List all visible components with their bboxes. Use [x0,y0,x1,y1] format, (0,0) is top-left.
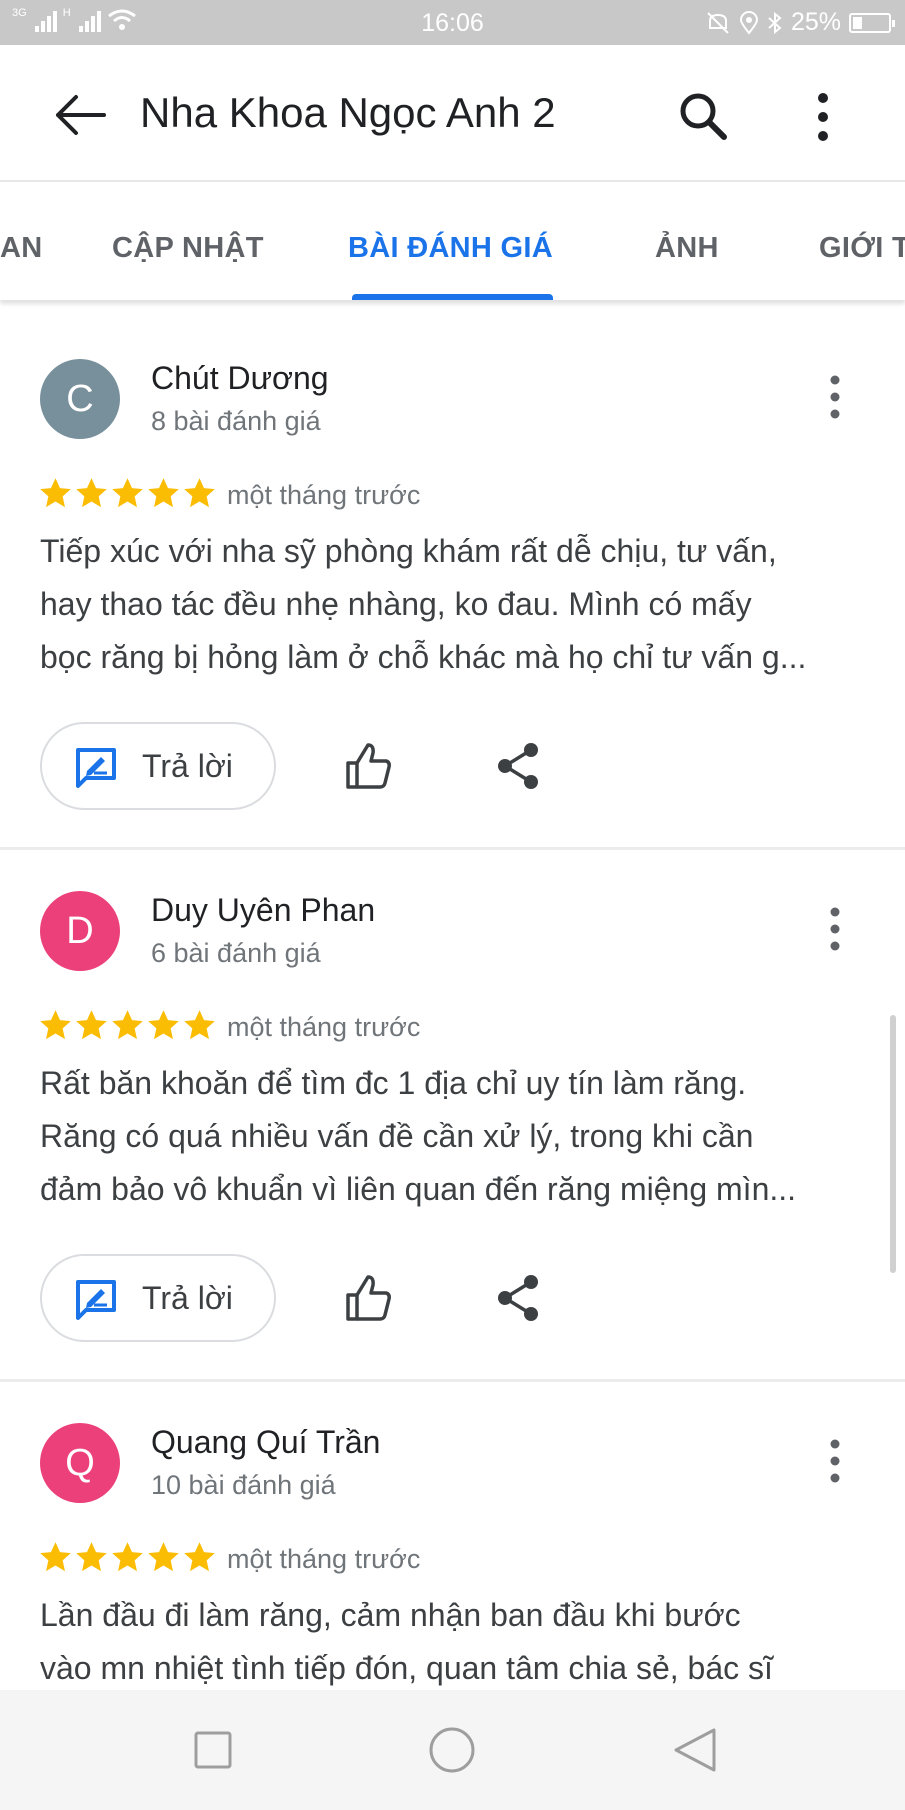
more-vert-icon[interactable] [808,89,838,145]
star-rating [38,1540,217,1575]
status-right: 25% [705,8,895,37]
tab-updates[interactable]: CẬP NHẬT [112,232,264,265]
tab-about[interactable]: GIỚI T [819,232,905,265]
star-icon [40,1010,71,1040]
rate-review-icon [76,1280,116,1320]
star-icon [184,1542,215,1572]
star-icon [148,478,179,508]
star-icon [76,1010,107,1040]
reviewer-review-count: 6 bài đánh giá [151,938,321,968]
battery-percent: 25% [790,8,841,36]
review-date: một tháng trước [227,480,421,510]
more-vert-icon[interactable] [820,1436,850,1486]
review-text-line: Rất băn khoăn để tìm đc 1 địa chỉ uy tín… [40,1065,747,1101]
star-icon [148,1542,179,1572]
battery-fill [853,16,862,29]
reply-button-label: Trả lời [142,1280,233,1316]
star-icon [40,1542,71,1572]
scrollbar[interactable] [890,1015,896,1273]
star-icon [40,478,71,508]
star-icon [76,1542,107,1572]
review-text-line: hay thao tác đều nhẹ nhàng, ko đau. Mình… [40,586,752,622]
review-text[interactable]: Lần đầu đi làm răng, cảm nhận ban đầu kh… [40,1589,870,1690]
more-vert-icon[interactable] [820,372,850,422]
reviewer-name[interactable]: Duy Uyên Phan [151,892,375,929]
star-rating [38,1008,217,1043]
share-icon[interactable] [496,742,540,790]
review-text[interactable]: Tiếp xúc với nha sỹ phòng khám rất dễ ch… [40,525,870,684]
avatar[interactable]: D [40,891,120,971]
review-date: một tháng trước [227,1012,421,1042]
location-icon [739,10,758,35]
mute-icon [707,11,729,34]
review-card: D Duy Uyên Phan 6 bài đánh giá một tháng… [0,832,905,1380]
search-icon[interactable] [676,89,732,145]
review-text-line: đảm bảo vô khuẩn vì liên quan đến răng m… [40,1171,797,1207]
home-icon[interactable] [427,1725,477,1775]
reply-button[interactable]: Trả lời [40,722,276,810]
reviewer-name[interactable]: Chút Dương [151,360,329,397]
tab-reviews[interactable]: BÀI ĐÁNH GIÁ [348,232,553,265]
review-text-line: Lần đầu đi làm răng, cảm nhận ban đầu kh… [40,1597,741,1633]
star-icon [184,478,215,508]
review-date: một tháng trước [227,1544,421,1574]
thumb-up-icon[interactable] [344,1273,394,1323]
more-vert-icon[interactable] [820,904,850,954]
star-icon [76,478,107,508]
star-icon [184,1010,215,1040]
star-icon [148,1010,179,1040]
review-text-line: Tiếp xúc với nha sỹ phòng khám rất dễ ch… [40,533,777,569]
status-bar: 3G H 16:06 25% [0,0,905,45]
review-text[interactable]: Rất băn khoăn để tìm đc 1 địa chỉ uy tín… [40,1057,870,1216]
rate-review-icon [76,748,116,788]
reply-button-label: Trả lời [142,748,233,784]
reviewer-review-count: 10 bài đánh giá [151,1470,336,1500]
star-icon [112,1542,143,1572]
review-text-line: vào mn nhiệt tình tiếp đón, quan tâm chi… [40,1650,773,1686]
star-icon [112,1010,143,1040]
bluetooth-icon [768,11,782,34]
system-nav-bar [0,1690,905,1810]
reviewer-name[interactable]: Quang Quí Trần [151,1424,380,1461]
app-bar: Nha Khoa Ngọc Anh 2 [0,45,905,182]
thumb-up-icon[interactable] [344,741,394,791]
active-tab-indicator [352,294,553,300]
share-icon[interactable] [496,1274,540,1322]
reply-button[interactable]: Trả lời [40,1254,276,1342]
battery-icon [849,12,895,33]
review-text-line: Răng có quá nhiều vấn đề cần xử lý, tron… [40,1118,754,1154]
back-icon[interactable] [670,1725,720,1775]
star-icon [112,478,143,508]
page-title: Nha Khoa Ngọc Anh 2 [140,89,556,136]
review-text-line: bọc răng bị hỏng làm ở chỗ khác mà họ ch… [40,639,807,675]
review-card: C Chút Dương 8 bài đánh giá một tháng tr… [0,300,905,848]
star-rating [38,476,217,511]
tab-photos[interactable]: ẢNH [655,232,719,265]
tab-overview[interactable]: AN [0,232,43,265]
avatar[interactable]: C [40,359,120,439]
reviewer-review-count: 8 bài đánh giá [151,406,321,436]
review-card: Q Quang Quí Trần 10 bài đánh giá một thá… [0,1364,905,1690]
tab-bar: AN CẬP NHẬT BÀI ĐÁNH GIÁ ẢNH GIỚI T [0,182,905,300]
avatar[interactable]: Q [40,1423,120,1503]
back-arrow-icon[interactable] [52,93,108,137]
recent-apps-icon[interactable] [188,1725,238,1775]
